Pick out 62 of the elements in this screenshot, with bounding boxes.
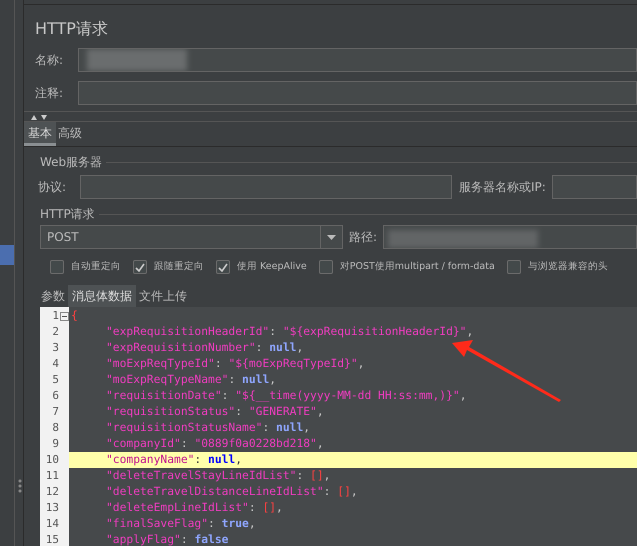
code-line: "companyId": "0889f0a0228bd218", [105, 436, 325, 452]
line-number: 1 [51, 308, 59, 324]
method-dropdown[interactable]: POST [40, 225, 343, 249]
field-label: 注释: [35, 85, 64, 102]
protocol-field[interactable] [80, 175, 452, 199]
tab[interactable]: 文件上传 [136, 285, 190, 307]
field-label: 服务器名称或IP: [459, 179, 546, 196]
line-number: 8 [51, 420, 59, 436]
code-line: "expRequisitionHeaderId": "${expRequisitionHeaderId}", [105, 324, 474, 340]
checkbox-label[interactable]: 使用 KeepAlive [237, 260, 307, 274]
code-line: "requisitionStatus": "GENERATE", [105, 404, 325, 420]
caret-icon [327, 234, 336, 240]
code-line: "moExpReqTypeId": "${moExpReqTypeId}", [105, 356, 366, 372]
comment-field[interactable] [78, 81, 637, 105]
checkbox-label[interactable]: 自动重定向 [71, 260, 121, 274]
path-field[interactable] [383, 225, 637, 249]
line-number: 11 [44, 468, 59, 484]
code-line: { [70, 308, 79, 324]
line-number: 4 [51, 356, 59, 372]
line-number: 13 [44, 500, 59, 516]
field-label: 名称: [35, 52, 64, 69]
line-number: 10 [44, 452, 59, 468]
code-line: "requisitionStatusName": null, [105, 420, 312, 436]
collapse-arrows-icon[interactable] [30, 114, 50, 120]
group-legend: Web服务器 [40, 153, 106, 171]
line-number: 3 [51, 340, 59, 356]
code-line: "finalSaveFlag": true, [105, 516, 257, 532]
code-line: "requisitionDate": "${__time(yyyy-MM-dd HH:ss:mm,)}", [105, 388, 468, 404]
checkbox[interactable] [506, 260, 521, 274]
group-legend: HTTP请求 [40, 205, 99, 223]
tab[interactable]: 参数 [38, 285, 68, 307]
code-line: "moExpReqTypeName": null, [105, 372, 278, 388]
line-number: 14 [44, 516, 59, 532]
checkbox-label[interactable]: 与浏览器兼容的头 [528, 260, 608, 274]
code-line: "deleteTravelStayLineIdList": [], [105, 468, 332, 484]
tab[interactable]: 高级 [56, 122, 84, 146]
panel-title: HTTP请求 [35, 18, 109, 40]
tab[interactable]: 基本 [24, 122, 56, 146]
checkbox-label[interactable]: 跟随重定向 [154, 260, 204, 274]
checkbox[interactable] [50, 260, 64, 274]
code-line: "deleteTravelDistanceLineIdList": [], [105, 484, 359, 500]
code-line: "deleteEmpLineIdList": [], [105, 500, 284, 516]
checkbox-label[interactable]: 对POST使用multipart / form-data [340, 260, 495, 274]
fold-icon[interactable] [60, 312, 69, 320]
field-label: 路径: [349, 229, 378, 246]
line-number: 9 [51, 436, 59, 452]
drag-handle-icon[interactable] [18, 479, 22, 493]
line-number: 7 [51, 404, 59, 420]
server-field[interactable] [552, 175, 637, 199]
code-line: "applyFlag": false [105, 532, 230, 546]
tab[interactable]: 消息体数据 [68, 285, 136, 307]
checkbox[interactable] [318, 260, 333, 274]
code-line: "expRequisitionNumber": null, [105, 340, 304, 356]
line-number: 12 [44, 484, 59, 500]
checkbox[interactable] [216, 260, 230, 274]
line-number: 6 [51, 388, 59, 404]
checkbox[interactable] [133, 260, 147, 274]
name-field[interactable] [78, 48, 637, 72]
field-label: 协议: [38, 179, 68, 196]
line-number: 15 [44, 532, 59, 546]
line-number: 2 [51, 324, 59, 340]
line-number: 5 [51, 372, 59, 388]
